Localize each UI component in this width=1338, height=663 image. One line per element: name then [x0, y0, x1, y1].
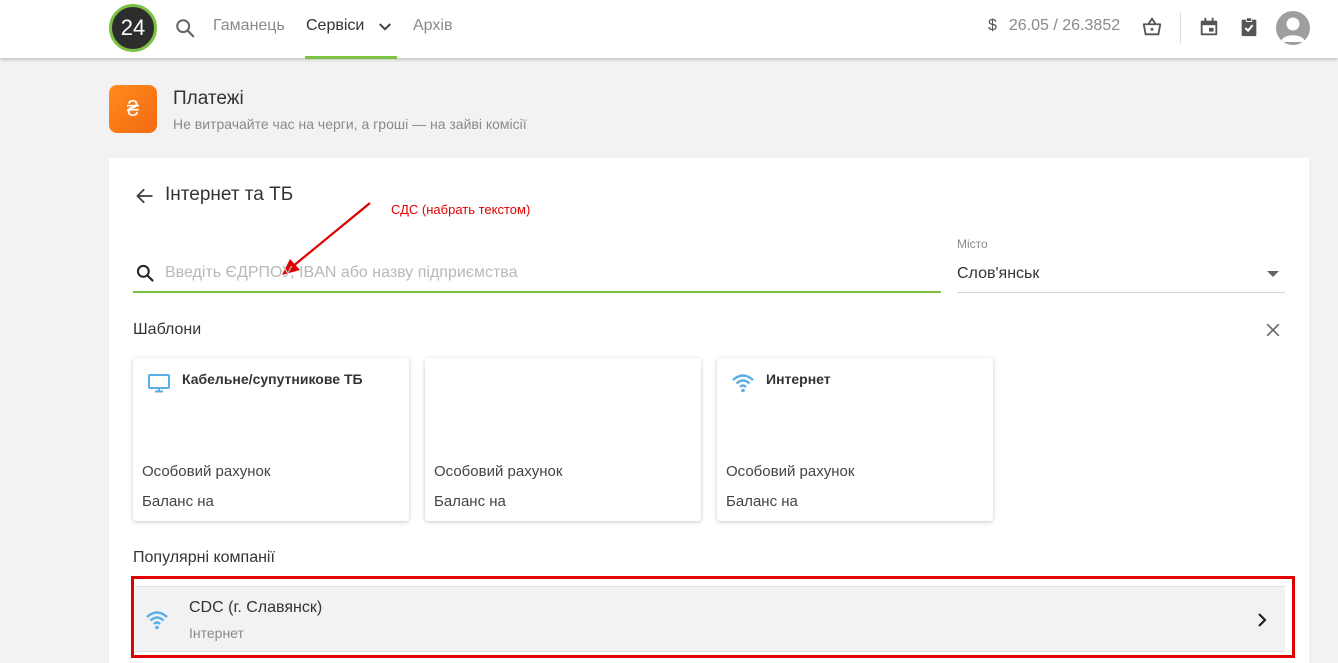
page-title: Платежі: [173, 88, 244, 109]
template-card[interactable]: Кабельне/супутникове ТБ Особовий рахунок…: [133, 358, 409, 521]
company-name: CDC (г. Славянск): [189, 599, 323, 616]
top-navigation-bar: 24 Гаманець Сервіси Архів $26.05 / 26.38…: [0, 0, 1338, 59]
annotation-note: СДС (набрать текстом): [391, 202, 531, 217]
company-search-field[interactable]: [133, 255, 941, 293]
city-value: Слов'янськ: [957, 265, 1040, 282]
dropdown-caret-icon: [1267, 271, 1279, 277]
template-name: Интернет: [766, 371, 831, 387]
privat24-logo[interactable]: 24: [109, 4, 157, 52]
search-input[interactable]: [165, 259, 925, 287]
wifi-icon: [732, 374, 754, 393]
exchange-rate-value: 26.05 / 26.3852: [1008, 17, 1121, 34]
exchange-rate: $26.05 / 26.3852: [988, 17, 1120, 35]
template-account-label: Особовий рахунок: [142, 463, 271, 480]
template-account-label: Особовий рахунок: [434, 463, 563, 480]
template-balance-label: Баланс на: [434, 493, 506, 510]
template-name: Кабельне/супутникове ТБ: [182, 371, 363, 387]
chevron-down-icon[interactable]: [376, 18, 394, 36]
template-card[interactable]: Интернет Особовий рахунок Баланс на: [717, 358, 993, 521]
avatar[interactable]: [1276, 11, 1310, 45]
back-arrow-icon[interactable]: [135, 186, 155, 206]
search-icon: [136, 264, 154, 282]
toolbar-divider: [1180, 12, 1181, 44]
active-tab-indicator: [305, 56, 397, 59]
nav-wallet[interactable]: Гаманець: [213, 17, 285, 35]
calendar-icon[interactable]: [1198, 16, 1220, 38]
template-account-label: Особовий рахунок: [726, 463, 855, 480]
nav-services[interactable]: Сервіси: [306, 17, 364, 35]
clipboard-check-icon[interactable]: [1238, 16, 1260, 38]
template-card[interactable]: Особовий рахунок Баланс на: [425, 358, 701, 521]
wifi-icon: [146, 611, 168, 630]
chevron-right-icon: [1258, 613, 1267, 627]
template-balance-label: Баланс на: [142, 493, 214, 510]
template-balance-label: Баланс на: [726, 493, 798, 510]
templates-heading: Шаблони: [133, 321, 202, 338]
company-list-item[interactable]: CDC (г. Славянск) Інтернет: [135, 586, 1285, 652]
city-select[interactable]: Слов'янськ: [957, 255, 1285, 293]
close-icon[interactable]: [1263, 320, 1283, 340]
user-avatar-icon: [1281, 17, 1305, 42]
company-category: Інтернет: [189, 625, 244, 641]
dollar-sign: $: [988, 17, 997, 34]
search-icon[interactable]: [174, 17, 196, 39]
page-subtitle: Не витрачайте час на черги, а гроші — на…: [173, 116, 527, 132]
payments-hryvnia-icon: ₴: [109, 85, 157, 133]
tv-icon: [148, 374, 170, 393]
basket-icon[interactable]: [1141, 16, 1163, 38]
city-label: Місто: [957, 237, 988, 251]
nav-archive[interactable]: Архів: [413, 17, 452, 35]
popular-companies-heading: Популярні компанії: [133, 549, 275, 566]
